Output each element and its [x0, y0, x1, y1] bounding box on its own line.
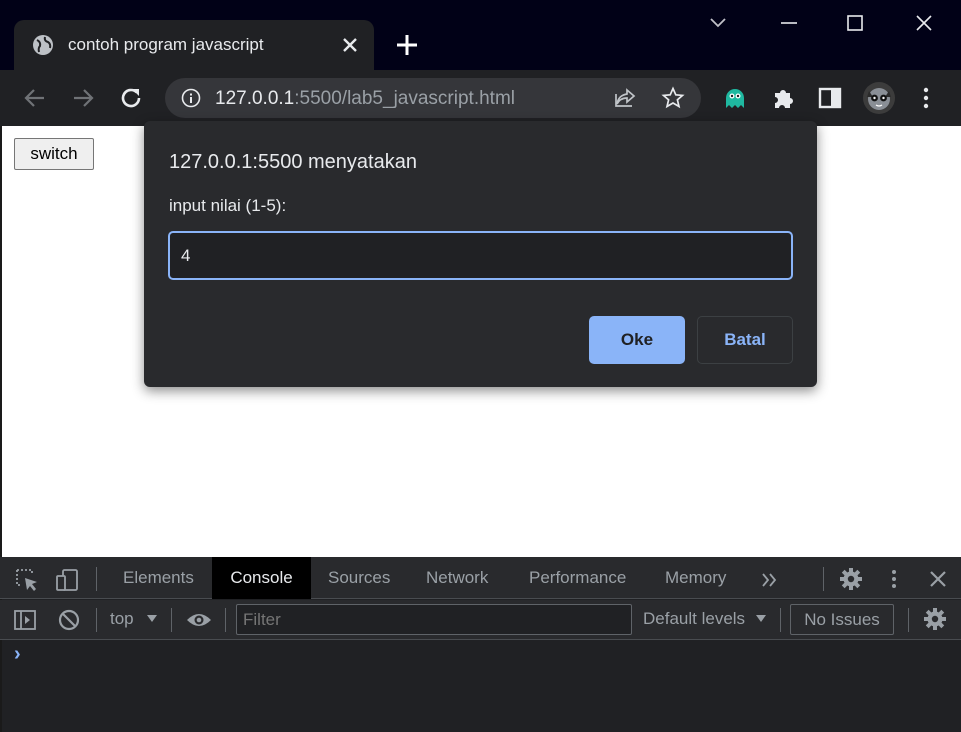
- more-tabs-icon[interactable]: [759, 569, 781, 591]
- log-levels-dropdown[interactable]: Default levels: [643, 609, 745, 629]
- console-settings-gear-icon[interactable]: [922, 606, 948, 632]
- profile-avatar[interactable]: [862, 81, 896, 115]
- customize-menu-icon[interactable]: [882, 566, 906, 592]
- tab-elements[interactable]: Elements: [123, 557, 194, 599]
- tab-performance[interactable]: Performance: [529, 557, 626, 599]
- clear-console-icon[interactable]: [56, 607, 82, 633]
- device-toolbar-icon[interactable]: [54, 567, 80, 593]
- dialog-message: input nilai (1-5):: [169, 196, 287, 215]
- url-host: 127.0.0.1: [215, 88, 295, 109]
- context-selector[interactable]: top: [110, 609, 134, 629]
- divider: [96, 567, 97, 591]
- prompt-dialog: 127.0.0.1:5500 menyatakan input nilai (1…: [144, 121, 817, 387]
- tab-title: contoh program javascript: [68, 35, 264, 54]
- url-path: :5500/lab5_javascript.html: [294, 88, 515, 109]
- cancel-button[interactable]: Batal: [697, 316, 793, 364]
- settings-gear-icon[interactable]: [838, 566, 864, 592]
- globe-icon: [32, 34, 54, 56]
- extension-ghost-icon[interactable]: [721, 84, 749, 112]
- minimize-icon[interactable]: [774, 8, 804, 38]
- back-icon[interactable]: [21, 84, 49, 112]
- close-window-icon[interactable]: [909, 8, 939, 38]
- new-tab-icon[interactable]: [393, 31, 421, 59]
- prompt-input[interactable]: [168, 231, 793, 280]
- chevron-down-icon: [145, 612, 159, 626]
- browser-menu-icon[interactable]: [912, 84, 940, 112]
- divider: [171, 608, 172, 632]
- divider: [908, 608, 909, 632]
- browser-tab[interactable]: contoh program javascript: [14, 20, 374, 70]
- inspect-element-icon[interactable]: [14, 567, 40, 593]
- extensions-puzzle-icon[interactable]: [769, 84, 797, 112]
- close-tab-icon[interactable]: [340, 35, 360, 55]
- close-devtools-icon[interactable]: [926, 567, 950, 591]
- bookmark-star-icon[interactable]: [661, 86, 685, 110]
- tab-memory[interactable]: Memory: [665, 557, 726, 599]
- tab-sources[interactable]: Sources: [328, 557, 390, 599]
- switch-button[interactable]: switch: [14, 138, 94, 170]
- divider: [96, 608, 97, 632]
- divider: [225, 608, 226, 632]
- address-bar[interactable]: 127.0.0.1:5500/lab5_javascript.html: [165, 78, 701, 118]
- tab-search-icon[interactable]: [703, 8, 733, 38]
- share-icon[interactable]: [613, 86, 637, 110]
- tab-console[interactable]: Console: [212, 557, 311, 599]
- chevron-down-icon: [754, 612, 768, 626]
- eye-icon[interactable]: [185, 607, 213, 633]
- url-text: 127.0.0.1:5500/lab5_javascript.html: [215, 88, 515, 110]
- side-panel-icon[interactable]: [816, 84, 844, 112]
- tab-network[interactable]: Network: [426, 557, 488, 599]
- maximize-icon[interactable]: [840, 8, 870, 38]
- ok-button[interactable]: Oke: [589, 316, 685, 364]
- divider: [823, 567, 824, 591]
- divider: [780, 608, 781, 632]
- site-info-icon[interactable]: [181, 88, 201, 108]
- console-prompt[interactable]: ›: [14, 643, 21, 666]
- forward-icon[interactable]: [69, 84, 97, 112]
- issues-button[interactable]: No Issues: [790, 604, 894, 635]
- console-filter-input[interactable]: [236, 604, 632, 635]
- reload-icon[interactable]: [117, 84, 145, 112]
- dialog-title: 127.0.0.1:5500 menyatakan: [169, 151, 417, 173]
- show-sidebar-icon[interactable]: [12, 607, 38, 633]
